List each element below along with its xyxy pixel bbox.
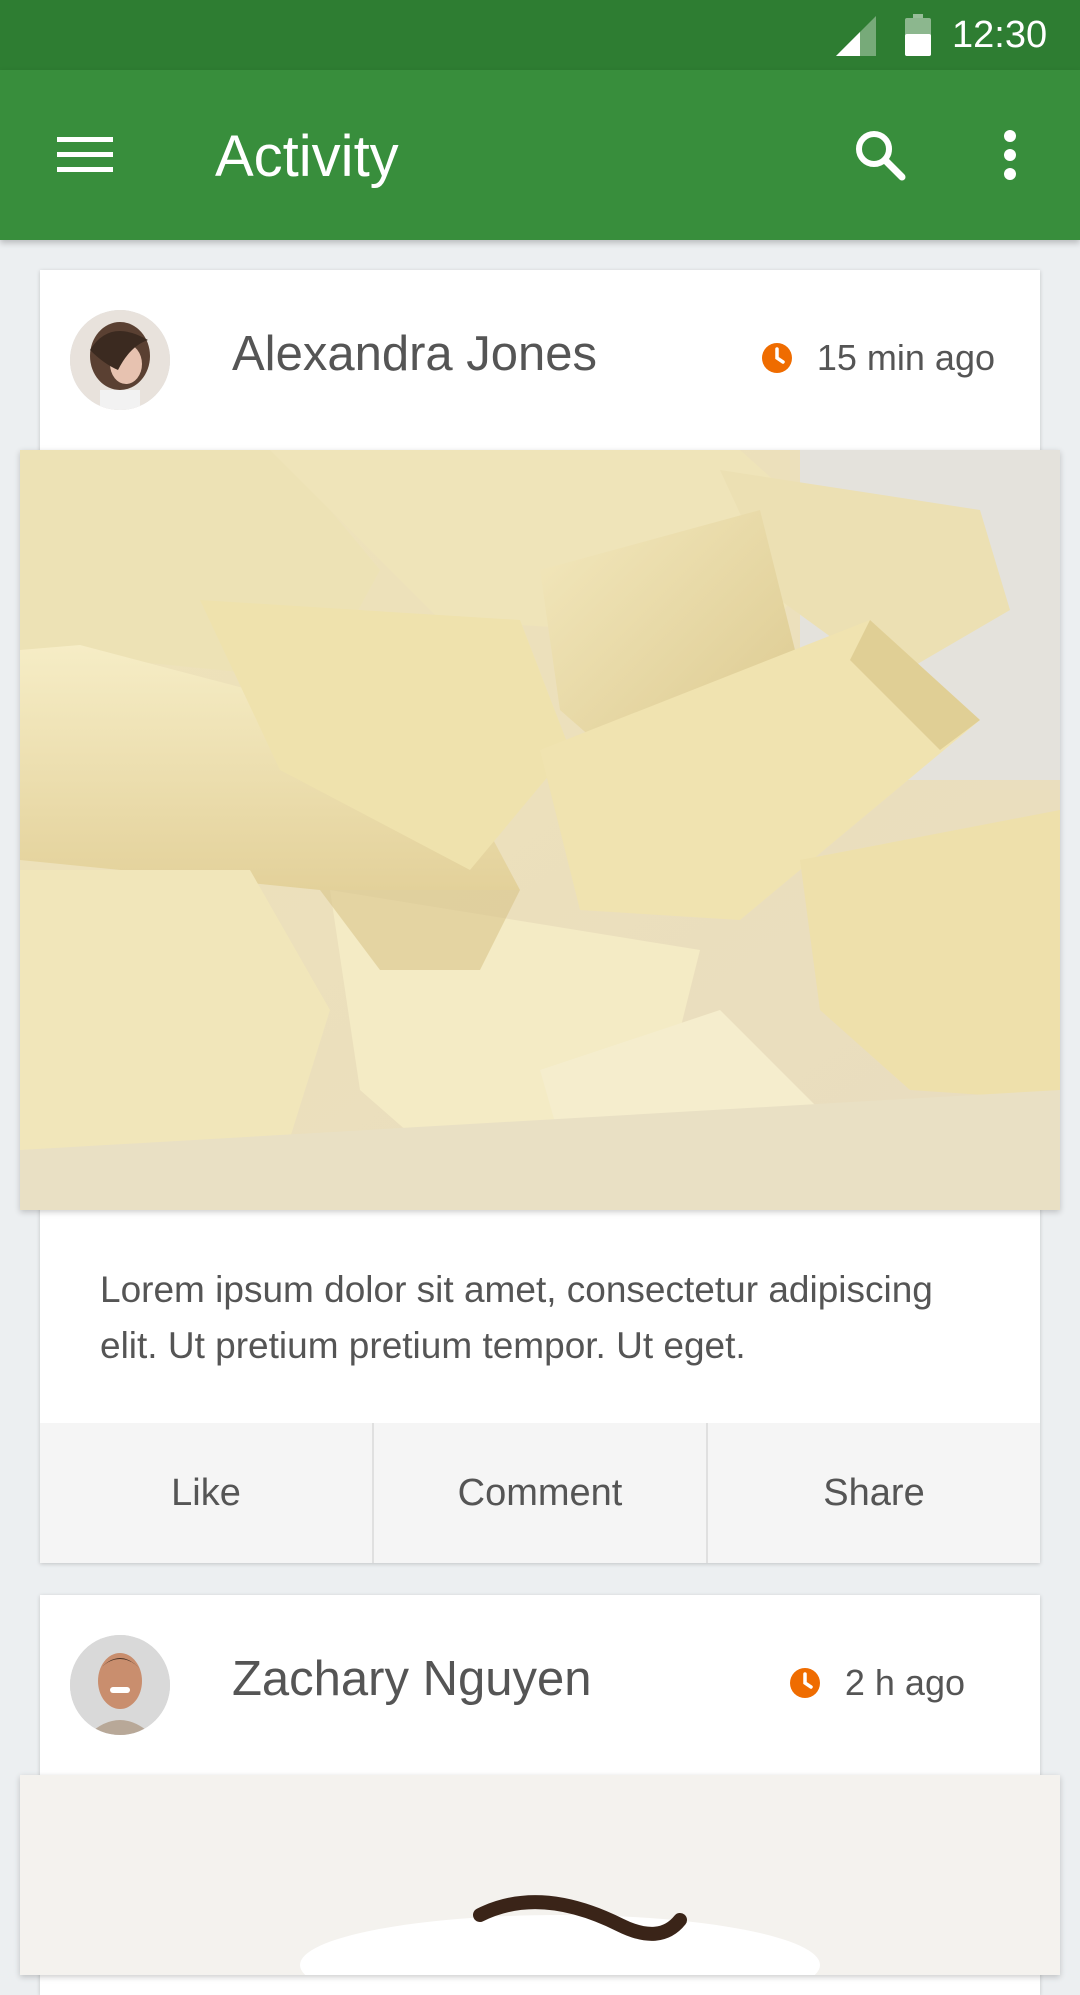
post-header: Alexandra Jones 15 min ago <box>40 270 1040 450</box>
comment-button[interactable]: Comment <box>374 1423 708 1563</box>
post-author[interactable]: Alexandra Jones <box>232 324 597 384</box>
cellular-signal-icon <box>836 16 876 56</box>
avatar-image <box>70 310 170 410</box>
post-actions: Like Comment Share <box>40 1423 1040 1563</box>
dessert-photo <box>20 1775 1060 1975</box>
post-image[interactable] <box>20 1775 1060 1975</box>
avatar[interactable] <box>70 1635 170 1735</box>
page-title: Activity <box>215 124 399 189</box>
app-bar: Activity <box>0 70 1080 240</box>
status-time: 12:30 <box>952 14 1048 56</box>
avatar[interactable] <box>70 310 170 410</box>
post-text: Lorem ipsum dolor sit amet, consectetur … <box>100 1269 933 1366</box>
like-button[interactable]: Like <box>40 1423 374 1563</box>
post-image[interactable] <box>20 450 1060 1210</box>
search-button[interactable] <box>840 120 920 190</box>
status-bar: 12:30 <box>0 0 1080 70</box>
menu-button[interactable] <box>40 120 130 190</box>
post-timestamp: 15 min ago <box>761 338 995 378</box>
search-icon <box>856 131 906 181</box>
time-label: 2 h ago <box>844 1662 965 1703</box>
clock-icon <box>789 1668 820 1698</box>
chocolate-photo <box>20 450 1060 1210</box>
post-timestamp: 2 h ago <box>789 1663 965 1703</box>
battery-icon <box>905 14 931 56</box>
more-options-button[interactable] <box>975 120 1045 190</box>
post-author[interactable]: Zachary Nguyen <box>232 1649 592 1709</box>
clock-icon <box>761 343 792 373</box>
avatar-image <box>70 1635 170 1735</box>
more-vert-icon <box>1004 130 1016 180</box>
menu-icon <box>57 137 113 172</box>
post-header: Zachary Nguyen 2 h ago <box>40 1595 1040 1775</box>
time-label: 15 min ago <box>816 337 995 378</box>
share-button[interactable]: Share <box>708 1423 1040 1563</box>
